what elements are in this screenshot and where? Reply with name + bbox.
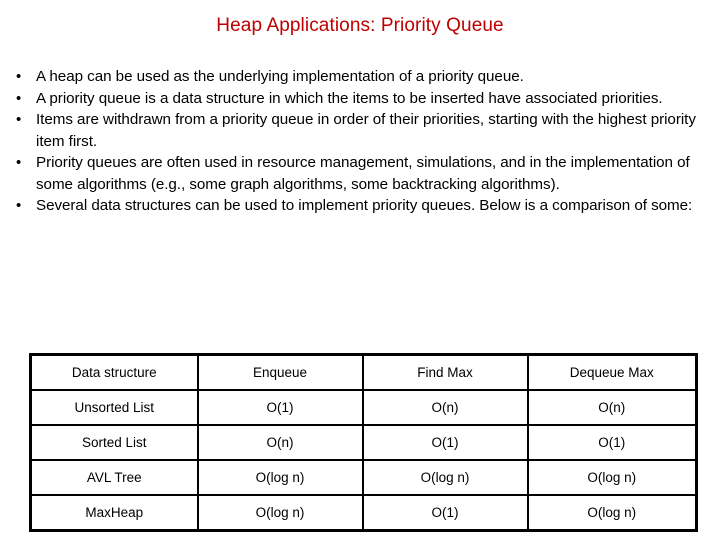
cell-find-max: O(log n) — [361, 459, 529, 496]
column-header-data-structure: Data structure — [29, 353, 199, 391]
column-header-find-max: Find Max — [361, 353, 529, 391]
bullet-dot-icon: • — [16, 111, 22, 128]
cell-structure-name: Unsorted List — [29, 389, 199, 426]
bullet-dot-icon: • — [16, 197, 22, 214]
cell-enqueue: O(n) — [196, 424, 364, 461]
column-header-dequeue-max: Dequeue Max — [526, 353, 698, 391]
bullet-dot-icon: • — [16, 68, 22, 85]
list-item: • A priority queue is a data structure i… — [10, 88, 714, 110]
cell-dequeue-max: O(1) — [526, 424, 698, 461]
list-item-text: Several data structures can be used to i… — [36, 197, 693, 214]
bullet-list: • A heap can be used as the underlying i… — [10, 66, 714, 217]
table-row: MaxHeap O(log n) O(1) O(log n) — [29, 494, 698, 532]
list-item: • A heap can be used as the underlying i… — [10, 66, 714, 88]
table-row: AVL Tree O(log n) O(log n) O(log n) — [29, 459, 698, 496]
cell-find-max: O(n) — [361, 389, 529, 426]
bullet-dot-icon: • — [16, 89, 22, 107]
list-item: • Several data structures can be used to… — [10, 195, 714, 217]
cell-enqueue: O(log n) — [196, 459, 364, 496]
list-item-text: Items are withdrawn from a priority queu… — [36, 111, 696, 150]
list-item-text: A heap can be used as the underlying imp… — [36, 68, 524, 85]
cell-structure-name: Sorted List — [29, 424, 199, 461]
cell-dequeue-max: O(log n) — [526, 459, 698, 496]
list-item: • Priority queues are often used in reso… — [10, 152, 714, 195]
cell-find-max: O(1) — [361, 494, 529, 532]
cell-enqueue: O(1) — [196, 389, 364, 426]
cell-find-max: O(1) — [361, 424, 529, 461]
table-row: Sorted List O(n) O(1) O(1) — [29, 424, 698, 461]
comparison-table-container: Data structure Enqueue Find Max Dequeue … — [29, 353, 698, 532]
table-header-row: Data structure Enqueue Find Max Dequeue … — [29, 353, 698, 391]
column-header-enqueue: Enqueue — [196, 353, 364, 391]
cell-dequeue-max: O(n) — [526, 389, 698, 426]
cell-enqueue: O(log n) — [196, 494, 364, 532]
list-item: • Items are withdrawn from a priority qu… — [10, 109, 714, 152]
cell-structure-name: MaxHeap — [29, 494, 199, 532]
list-item-text: A priority queue is a data structure in … — [36, 89, 663, 107]
bullet-dot-icon: • — [16, 154, 22, 171]
cell-structure-name: AVL Tree — [29, 459, 199, 496]
comparison-table: Data structure Enqueue Find Max Dequeue … — [29, 353, 698, 532]
list-item-text: Priority queues are often used in resour… — [36, 154, 690, 193]
page-title: Heap Applications: Priority Queue — [216, 15, 504, 36]
table-row: Unsorted List O(1) O(n) O(n) — [29, 389, 698, 426]
cell-dequeue-max: O(log n) — [526, 494, 698, 532]
